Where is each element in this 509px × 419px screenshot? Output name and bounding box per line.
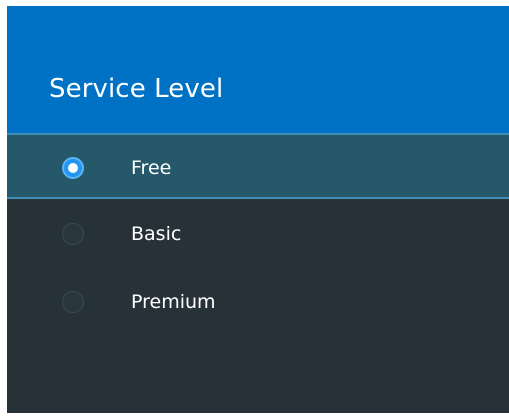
option-premium[interactable]: Premium xyxy=(7,269,509,335)
radio-selected-icon[interactable] xyxy=(62,157,84,179)
service-level-dialog: Service Level Free Basic Premium xyxy=(7,6,509,413)
radio-unselected-icon[interactable] xyxy=(62,223,84,245)
radio-dot xyxy=(68,163,78,173)
option-label-basic: Basic xyxy=(131,223,182,245)
radio-unselected-icon[interactable] xyxy=(62,291,84,313)
option-free[interactable]: Free xyxy=(7,133,509,199)
option-basic[interactable]: Basic xyxy=(7,201,509,267)
option-label-free: Free xyxy=(131,157,172,179)
option-label-premium: Premium xyxy=(131,291,216,313)
dialog-title: Service Level xyxy=(49,74,224,104)
dialog-header: Service Level xyxy=(7,6,509,133)
